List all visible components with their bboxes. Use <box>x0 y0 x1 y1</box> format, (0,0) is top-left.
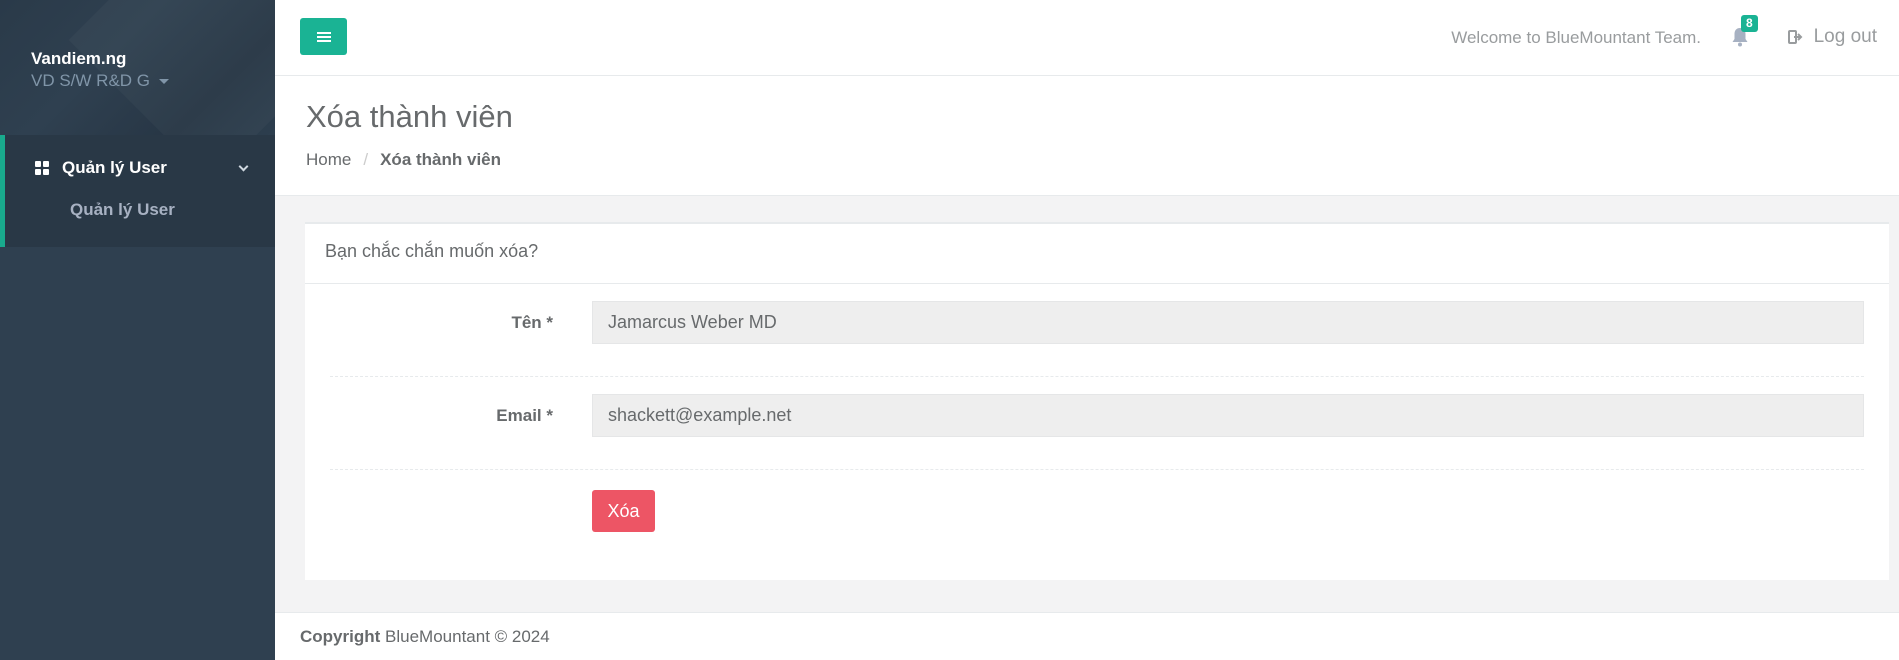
name-field[interactable]: Jamarcus Weber MD <box>592 301 1864 344</box>
page-title: Xóa thành viên <box>306 99 513 134</box>
panel-title: Bạn chắc chắn muốn xóa? <box>305 224 1889 284</box>
sidebar-item-user-management[interactable]: Quản lý User <box>5 143 275 193</box>
menu-icon <box>316 31 331 34</box>
logout-icon <box>1787 30 1803 44</box>
copyright-label: Copyright <box>300 627 381 646</box>
delete-confirm-panel: Bạn chắc chắn muốn xóa? Tên * Jamarcus W… <box>305 222 1889 580</box>
footer: Copyright BlueMountant © 2024 <box>275 612 1899 660</box>
email-field[interactable]: shackett@example.net <box>592 394 1864 437</box>
dashboard-grid-icon <box>35 161 49 175</box>
copyright-text: BlueMountant © 2024 <box>385 627 550 646</box>
breadcrumb: Home / Xóa thành viên <box>306 150 1899 170</box>
chevron-down-icon <box>238 161 249 172</box>
profile-role-label: VD S/W R&D G <box>31 71 151 90</box>
breadcrumb-current: Xóa thành viên <box>380 150 502 169</box>
caret-down-icon <box>158 79 169 85</box>
breadcrumb-home-link[interactable]: Home <box>306 150 351 170</box>
profile-role-dropdown[interactable]: VD S/W R&D G <box>31 70 275 92</box>
top-navbar: Welcome to BlueMountant Team. 8 Log out <box>275 0 1899 76</box>
breadcrumb-separator: / <box>363 150 369 169</box>
profile-panel: Vandiem.ng VD S/W R&D G <box>0 0 275 135</box>
email-form-row: Email * shackett@example.net <box>330 377 1864 470</box>
sidebar-item-label: Quản lý User <box>62 158 167 177</box>
notification-count-badge: 8 <box>1741 15 1758 32</box>
menu-toggle-button[interactable] <box>300 18 347 55</box>
sidebar-subitem-user-management[interactable]: Quản lý User <box>5 199 175 221</box>
logout-label: Log out <box>1813 26 1877 47</box>
name-form-row: Tên * Jamarcus Weber MD <box>330 284 1864 377</box>
sidebar: Vandiem.ng VD S/W R&D G Quản lý User Quả… <box>0 0 275 660</box>
page-heading: Xóa thành viên Home / Xóa thành viên <box>275 76 1899 196</box>
sidebar-nav-section: Quản lý User Quản lý User <box>0 135 275 247</box>
notifications-button[interactable]: 8 <box>1731 15 1758 49</box>
welcome-message: Welcome to BlueMountant Team. <box>1451 28 1701 47</box>
delete-button[interactable]: Xóa <box>592 490 655 532</box>
logout-link[interactable]: Log out <box>1787 26 1877 48</box>
email-label: Email * <box>496 406 553 425</box>
profile-name: Vandiem.ng <box>31 49 127 68</box>
name-label: Tên * <box>511 313 553 332</box>
